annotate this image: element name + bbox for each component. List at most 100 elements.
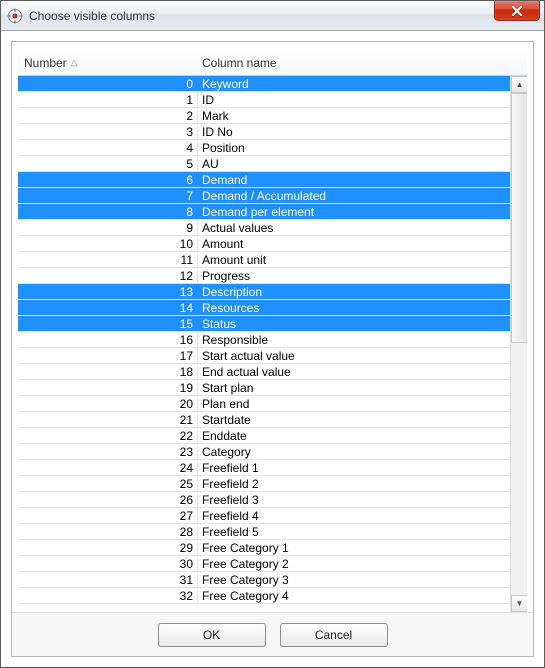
cell-name: Freefield 4 bbox=[198, 508, 510, 523]
header-column-name[interactable]: Column name bbox=[198, 56, 527, 70]
cell-number: 10 bbox=[18, 236, 198, 251]
table-row[interactable]: 1ID bbox=[18, 92, 510, 108]
cell-name: Freefield 3 bbox=[198, 492, 510, 507]
cell-number: 19 bbox=[18, 380, 198, 395]
cell-name: Free Category 3 bbox=[198, 572, 510, 587]
table-row[interactable]: 22Enddate bbox=[18, 428, 510, 444]
cell-name: Amount unit bbox=[198, 252, 510, 267]
table-row[interactable]: 26Freefield 3 bbox=[18, 492, 510, 508]
cell-name: Start actual value bbox=[198, 348, 510, 363]
scroll-up-button[interactable]: ▲ bbox=[511, 76, 527, 93]
table-row[interactable]: 20Plan end bbox=[18, 396, 510, 412]
table-row[interactable]: 2Mark bbox=[18, 108, 510, 124]
table-row[interactable]: 11Amount unit bbox=[18, 252, 510, 268]
table-row[interactable]: 18End actual value bbox=[18, 364, 510, 380]
cell-name: Amount bbox=[198, 236, 510, 251]
cell-name: Status bbox=[198, 316, 510, 331]
table-row[interactable]: 16Responsible bbox=[18, 332, 510, 348]
cell-number: 18 bbox=[18, 364, 198, 379]
button-row: OK Cancel bbox=[12, 612, 533, 656]
table-row[interactable]: 10Amount bbox=[18, 236, 510, 252]
cell-name: ID No bbox=[198, 124, 510, 139]
table-row[interactable]: 19Start plan bbox=[18, 380, 510, 396]
cell-number: 15 bbox=[18, 316, 198, 331]
cell-number: 13 bbox=[18, 284, 198, 299]
cell-name: Resources bbox=[198, 300, 510, 315]
table-row[interactable]: 12Progress bbox=[18, 268, 510, 284]
table-row[interactable]: 21Startdate bbox=[18, 412, 510, 428]
cell-name: ID bbox=[198, 92, 510, 107]
cell-name: Demand per element bbox=[198, 204, 510, 219]
grid-header: Number △ Column name bbox=[18, 50, 527, 76]
panel: Number △ Column name 0Keyword1ID2Mark3ID… bbox=[11, 41, 534, 657]
table-row[interactable]: 27Freefield 4 bbox=[18, 508, 510, 524]
table-row[interactable]: 13Description bbox=[18, 284, 510, 300]
table-row[interactable]: 6Demand bbox=[18, 172, 510, 188]
rows-container: 0Keyword1ID2Mark3ID No4Position5AU6Deman… bbox=[18, 76, 510, 612]
table-row[interactable]: 4Position bbox=[18, 140, 510, 156]
cell-name: Free Category 4 bbox=[198, 588, 510, 603]
cell-number: 8 bbox=[18, 204, 198, 219]
cell-name: Demand / Accumulated bbox=[198, 188, 510, 203]
table-row[interactable]: 32Free Category 4 bbox=[18, 588, 510, 604]
client-area: Number △ Column name 0Keyword1ID2Mark3ID… bbox=[1, 31, 544, 667]
table-row[interactable]: 5AU bbox=[18, 156, 510, 172]
titlebar[interactable]: Choose visible columns bbox=[1, 1, 544, 31]
cell-name: Freefield 1 bbox=[198, 460, 510, 475]
cell-name: Freefield 5 bbox=[198, 524, 510, 539]
cell-name: Position bbox=[198, 140, 510, 155]
cell-name: Plan end bbox=[198, 396, 510, 411]
table-row[interactable]: 17Start actual value bbox=[18, 348, 510, 364]
cell-number: 29 bbox=[18, 540, 198, 555]
cell-number: 31 bbox=[18, 572, 198, 587]
table-row[interactable]: 0Keyword bbox=[18, 76, 510, 92]
cell-number: 17 bbox=[18, 348, 198, 363]
table-row[interactable]: 14Resources bbox=[18, 300, 510, 316]
cell-number: 26 bbox=[18, 492, 198, 507]
table-row[interactable]: 28Freefield 5 bbox=[18, 524, 510, 540]
cell-number: 4 bbox=[18, 140, 198, 155]
cell-number: 2 bbox=[18, 108, 198, 123]
cell-number: 21 bbox=[18, 412, 198, 427]
vertical-scrollbar[interactable]: ▲ ▼ bbox=[510, 76, 527, 612]
scroll-down-button[interactable]: ▼ bbox=[511, 595, 527, 612]
cell-name: Description bbox=[198, 284, 510, 299]
table-row[interactable]: 9Actual values bbox=[18, 220, 510, 236]
table-row[interactable]: 30Free Category 2 bbox=[18, 556, 510, 572]
cell-number: 16 bbox=[18, 332, 198, 347]
cell-number: 5 bbox=[18, 156, 198, 171]
header-number-label: Number bbox=[24, 56, 67, 70]
cell-number: 11 bbox=[18, 252, 198, 267]
sort-asc-icon: △ bbox=[71, 57, 78, 68]
cell-name: Free Category 1 bbox=[198, 540, 510, 555]
close-button[interactable] bbox=[494, 1, 540, 21]
table-row[interactable]: 25Freefield 2 bbox=[18, 476, 510, 492]
header-column-name-label: Column name bbox=[202, 56, 277, 70]
cell-name: Category bbox=[198, 444, 510, 459]
table-row[interactable]: 8Demand per element bbox=[18, 204, 510, 220]
table-row[interactable]: 23Category bbox=[18, 444, 510, 460]
cell-number: 23 bbox=[18, 444, 198, 459]
table-row[interactable]: 31Free Category 3 bbox=[18, 572, 510, 588]
table-row[interactable]: 29Free Category 1 bbox=[18, 540, 510, 556]
cell-number: 27 bbox=[18, 508, 198, 523]
dialog-window: Choose visible columns Number △ Column n… bbox=[0, 0, 545, 668]
table-row[interactable]: 24Freefield 1 bbox=[18, 460, 510, 476]
cell-number: 1 bbox=[18, 92, 198, 107]
table-row[interactable]: 7Demand / Accumulated bbox=[18, 188, 510, 204]
cell-name: Freefield 2 bbox=[198, 476, 510, 491]
table-row[interactable]: 3ID No bbox=[18, 124, 510, 140]
cell-name: Free Category 2 bbox=[198, 556, 510, 571]
cell-number: 6 bbox=[18, 172, 198, 187]
scroll-thumb[interactable] bbox=[511, 93, 527, 343]
cell-number: 32 bbox=[18, 588, 198, 603]
close-icon bbox=[511, 6, 523, 16]
cancel-button[interactable]: Cancel bbox=[280, 623, 388, 647]
header-number[interactable]: Number △ bbox=[18, 56, 198, 70]
cell-number: 9 bbox=[18, 220, 198, 235]
cell-number: 20 bbox=[18, 396, 198, 411]
cell-number: 12 bbox=[18, 268, 198, 283]
ok-button[interactable]: OK bbox=[158, 623, 266, 647]
table-row[interactable]: 15Status bbox=[18, 316, 510, 332]
grid-body: 0Keyword1ID2Mark3ID No4Position5AU6Deman… bbox=[18, 76, 527, 612]
